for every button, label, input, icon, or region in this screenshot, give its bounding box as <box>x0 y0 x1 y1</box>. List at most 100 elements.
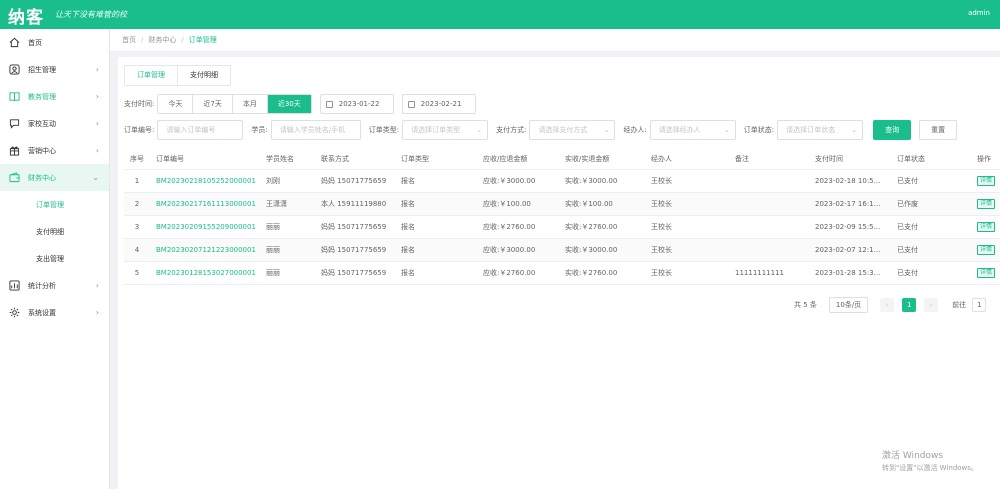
pay-method-select[interactable]: 请选择支付方式 ⌄ <box>529 120 616 140</box>
order-no-input[interactable]: 请输入订单编号 <box>157 120 244 140</box>
start-date-input[interactable]: 2023-01-22 <box>319 94 394 114</box>
column-header: 实收/实退金额 <box>559 150 645 170</box>
goto-page-input[interactable]: 1 <box>972 298 987 312</box>
range-30days[interactable]: 近30天 <box>267 95 311 113</box>
next-page-button[interactable]: › <box>924 298 939 312</box>
cell-handler: 王校长 <box>645 192 729 216</box>
sidebar-subitem-payments[interactable]: 支付明细 <box>0 218 109 245</box>
sidebar-item-marketing[interactable]: 营销中心 › <box>0 137 109 164</box>
cell-order-no[interactable]: BM20230218105252000001 <box>150 169 260 193</box>
cell-handler: 王校长 <box>645 169 729 193</box>
order-type-placeholder: 请选择订单类型 <box>411 126 461 134</box>
cell-paid: 实收:￥3000.00 <box>559 238 645 262</box>
sidebar-item-home[interactable]: 首页 <box>0 29 109 56</box>
cell-note <box>729 238 809 262</box>
status-placeholder: 请选择订单状态 <box>786 126 836 134</box>
sidebar-item-label: 教务管理 <box>28 92 56 101</box>
slogan: 让天下没有难管的校 <box>55 10 127 19</box>
column-header: 学员姓名 <box>260 150 315 170</box>
tab-payments[interactable]: 支付明细 <box>178 66 230 85</box>
status-select[interactable]: 请选择订单状态 ⌄ <box>777 120 864 140</box>
table-row: 5 BM20230128153027000001 丽丽 妈妈 150717756… <box>124 261 1000 285</box>
cell-due: 应收:￥2760.00 <box>477 215 559 239</box>
cell-action: 详情 <box>971 192 1000 216</box>
detail-button[interactable]: 详情 <box>977 267 996 278</box>
pay-method-label: 支付方式: <box>496 126 527 134</box>
detail-button[interactable]: 详情 <box>977 221 996 232</box>
cell-handler: 王校长 <box>645 215 729 239</box>
order-type-label: 订单类型: <box>368 126 400 134</box>
pay-time-filter: 支付时间: 今天 近7天 本月 近30天 2023-01-22 2023-02-… <box>124 94 476 114</box>
breadcrumb-separator: / <box>141 36 144 44</box>
orders-table: 序号 订单编号 学员姓名 联系方式 订单类型 应收/应退金额 实收/实退金额 经… <box>124 150 1000 285</box>
student-input[interactable]: 请输入学员姓名/手机 <box>270 120 361 140</box>
cell-contact: 妈妈 15071775659 <box>315 261 395 285</box>
sidebar-item-interaction[interactable]: 家校互动 › <box>0 110 109 137</box>
chart-icon <box>8 280 20 292</box>
logo[interactable]: 纳客 <box>8 3 44 28</box>
start-date-value: 2023-01-22 <box>338 100 380 108</box>
sidebar-item-label: 财务中心 <box>28 173 56 182</box>
prev-page-button[interactable]: ‹ <box>880 298 895 312</box>
home-icon <box>8 37 20 49</box>
pay-time-label: 支付时间: <box>124 100 155 108</box>
range-month[interactable]: 本月 <box>233 95 268 113</box>
sidebar-subitem-orders[interactable]: 订单管理 <box>0 191 109 218</box>
user-name[interactable]: admin <box>968 9 990 17</box>
reset-button[interactable]: 重置 <box>919 120 958 140</box>
chevron-right-icon: › <box>95 146 99 155</box>
page-number-current[interactable]: 1 <box>902 298 917 312</box>
cell-order-no[interactable]: BM20230207121223000001 <box>150 238 260 262</box>
user-icon <box>8 64 20 76</box>
cell-note <box>729 169 809 193</box>
query-button[interactable]: 查询 <box>873 120 912 140</box>
detail-button[interactable]: 详情 <box>977 244 996 255</box>
breadcrumb-home[interactable]: 首页 <box>122 35 136 45</box>
sidebar-item-label: 系统设置 <box>28 308 56 317</box>
pagination: 共 5 条 10条/页 ‹ 1 › 前往 1 <box>794 297 987 313</box>
table-row: 4 BM20230207121223000001 丽丽 妈妈 150717756… <box>124 238 1000 262</box>
sidebar-item-enrollment[interactable]: 招生管理 › <box>0 56 109 83</box>
sidebar-subitem-expenses[interactable]: 支出管理 <box>0 245 109 272</box>
handler-placeholder: 请选择经办人 <box>658 126 701 134</box>
top-bar: 纳客 让天下没有难管的校 admin <box>0 0 1000 29</box>
handler-select[interactable]: 请选择经办人 ⌄ <box>649 120 736 140</box>
column-header: 应收/应退金额 <box>477 150 559 170</box>
breadcrumb-separator: / <box>181 36 184 44</box>
chevron-down-icon: ⌄ <box>851 126 858 134</box>
handler-label: 经办人: <box>623 126 647 134</box>
column-header: 操作 <box>971 150 1000 170</box>
detail-button[interactable]: 详情 <box>977 198 996 209</box>
cell-order-no[interactable]: BM20230128153027000001 <box>150 261 260 285</box>
end-date-value: 2023-02-21 <box>420 100 462 108</box>
column-header: 备注 <box>729 150 809 170</box>
breadcrumb-parent[interactable]: 财务中心 <box>148 35 176 45</box>
sidebar-item-label: 招生管理 <box>28 65 56 74</box>
cell-time: 2023-01-28 15:3... <box>809 261 891 285</box>
cell-order-no[interactable]: BM20230209155209000001 <box>150 215 260 239</box>
sidebar-item-label: 家校互动 <box>28 119 56 128</box>
cell-index: 4 <box>124 238 150 262</box>
detail-button[interactable]: 详情 <box>977 175 996 186</box>
cell-time: 2023-02-18 10:5... <box>809 169 891 193</box>
cell-time: 2023-02-17 16:1... <box>809 192 891 216</box>
end-date-input[interactable]: 2023-02-21 <box>401 94 476 114</box>
sidebar-item-statistics[interactable]: 统计分析 › <box>0 272 109 299</box>
page-size-select[interactable]: 10条/页 <box>828 297 869 313</box>
range-7days[interactable]: 近7天 <box>193 95 233 113</box>
cell-time: 2023-02-07 12:1... <box>809 238 891 262</box>
cell-time: 2023-02-09 15:5... <box>809 215 891 239</box>
chevron-right-icon: › <box>95 92 99 101</box>
sidebar-item-finance[interactable]: 财务中心 ⌄ <box>0 164 109 191</box>
sidebar-item-academic[interactable]: 教务管理 › <box>0 83 109 110</box>
column-header: 订单编号 <box>150 150 260 170</box>
pay-method-placeholder: 请选择支付方式 <box>538 126 588 134</box>
cell-due: 应收:￥100.00 <box>477 192 559 216</box>
range-today[interactable]: 今天 <box>158 95 194 113</box>
order-type-select[interactable]: 请选择订单类型 ⌄ <box>402 120 489 140</box>
column-header: 支付时间 <box>809 150 891 170</box>
cell-order-no[interactable]: BM20230217161113000001 <box>150 192 260 216</box>
cell-index: 1 <box>124 169 150 193</box>
tab-orders[interactable]: 订单管理 <box>125 66 178 85</box>
sidebar-item-settings[interactable]: 系统设置 › <box>0 299 109 326</box>
